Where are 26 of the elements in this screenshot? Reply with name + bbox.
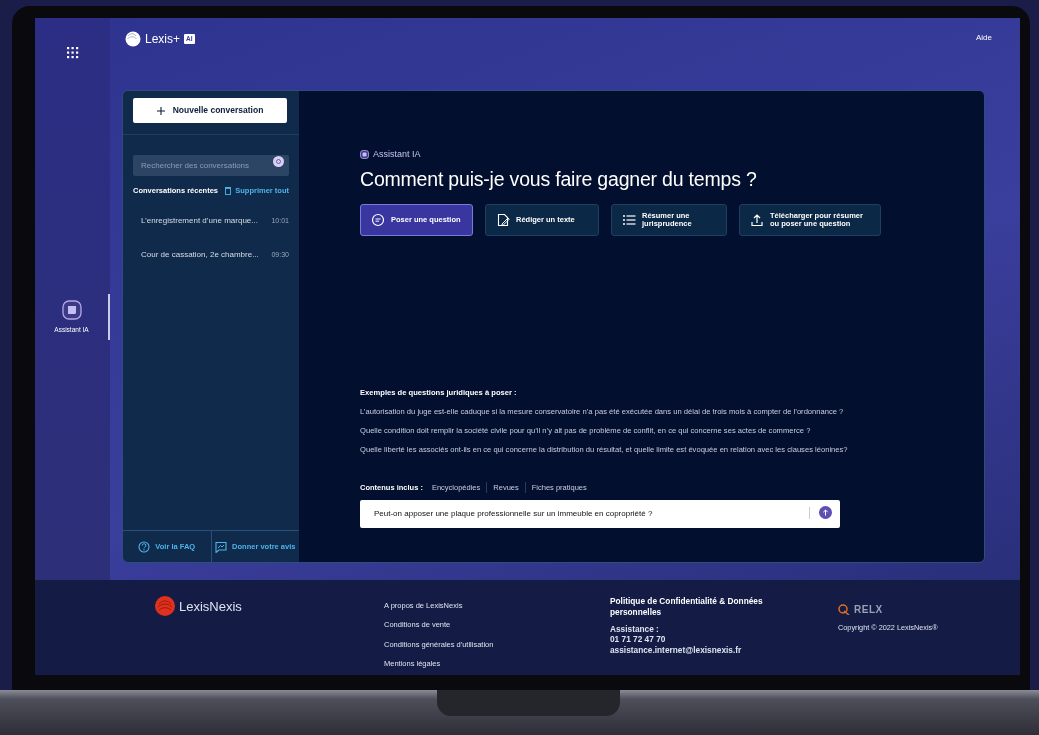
list-icon [622,212,636,227]
new-conversation-button[interactable]: Nouvelle conversation [133,98,287,123]
relx-wordmark: RELX [854,603,883,617]
help-link[interactable]: Aide [976,32,992,44]
relx-logo-icon [838,604,850,615]
assistance-label: Assistance : [610,623,660,635]
app-grid-icon [66,47,79,59]
brand-logo-icon [155,596,175,616]
arrow-up-icon [822,509,829,516]
search-field[interactable]: Rechercher des conversations [133,155,289,176]
plus-icon [156,106,165,115]
privacy-link[interactable]: Politique de Confidentialité & Données personnelles [610,596,780,618]
eyebrow-label: Assistant IA [373,148,421,161]
page-heading: Comment puis-je vous faire gagner du temps ? [360,166,758,192]
brand-name: LexisNexis [179,598,242,616]
conversation-title: L’enregistrement d’une marque... [141,215,258,228]
logo-text: Lexis+ [145,31,181,48]
globe-logo-icon [125,31,141,47]
conversation-title: Cour de cassation, 2e chambre... [141,249,259,262]
upload-icon [750,212,764,227]
document-pen-icon [496,212,510,227]
question-field[interactable]: Peut-on apposer une plaque professionnelle sur un immeuble en copropriété ? [360,499,840,528]
feedback-icon [215,540,228,553]
question-circle-icon [138,540,151,553]
email-address: assistance.internet@lexisnexis.fr [610,645,743,656]
phone-number: 01 71 72 47 70 [610,634,667,646]
